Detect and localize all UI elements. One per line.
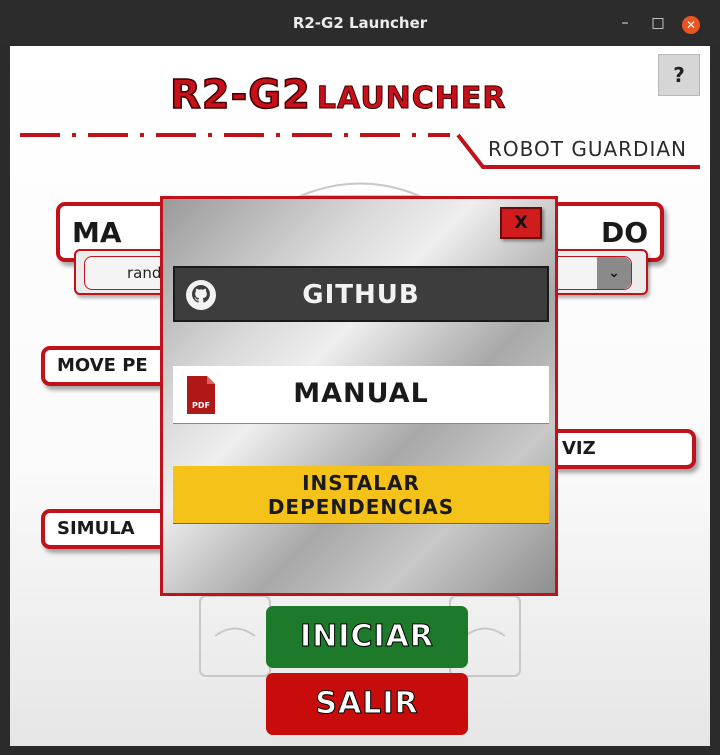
start-button[interactable]: INICIAR [266,606,468,668]
chevron-down-icon[interactable]: ⌄ [597,257,631,289]
install-label-line1: INSTALAR [302,471,420,495]
map-label-right: DO [600,216,648,249]
maximize-icon[interactable]: □ [649,14,667,32]
install-dependencies-button[interactable]: INSTALAR DEPENDENCIAS [173,466,549,524]
launcher-panel: ? R2-G2 LAUNCHER ROBOT GUARDIAN MA DO ran… [10,46,710,746]
logo-sub-text: LAUNCHER [316,81,507,117]
minimize-icon[interactable]: – [616,14,634,32]
window-close-icon[interactable]: ✕ [682,16,700,34]
subtitle: ROBOT GUARDIAN [488,137,687,161]
viz-button[interactable]: VIZ [540,429,696,469]
manual-label: MANUAL [293,378,429,409]
logo-main-text: R2-G2 [169,71,311,119]
install-label: INSTALAR DEPENDENCIAS [173,471,549,519]
map-label-left: MA [72,216,122,249]
title-bar: R2-G2 Launcher – □ ✕ [0,0,720,46]
help-button[interactable]: ? [658,54,700,96]
modal-close-button[interactable]: X [500,207,542,239]
app-logo: R2-G2 LAUNCHER [169,71,507,119]
github-button[interactable]: GITHUB [173,266,549,322]
links-modal: X GITHUB PDF MANUAL INSTALAR DEPENDENCIA… [160,196,558,596]
install-label-line2: DEPENDENCIAS [267,495,455,519]
github-label: GITHUB [302,280,420,310]
manual-button[interactable]: PDF MANUAL [173,366,549,424]
exit-button[interactable]: SALIR [266,673,468,735]
window-title: R2-G2 Launcher [292,14,428,32]
